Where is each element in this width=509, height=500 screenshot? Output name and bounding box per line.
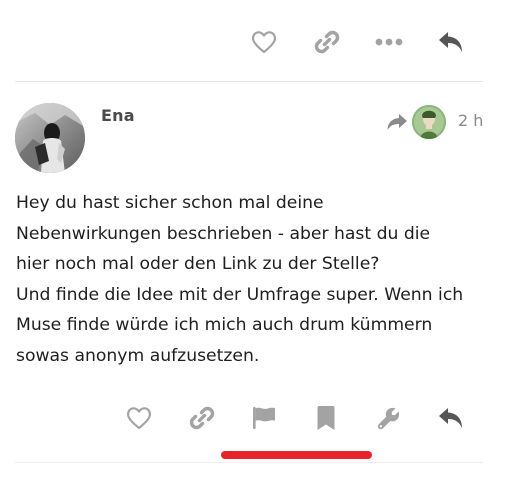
reply-button[interactable] (433, 400, 469, 436)
post-timestamp[interactable]: 2 h (458, 111, 483, 130)
wrench-icon (377, 407, 400, 430)
flag-icon (253, 407, 275, 429)
reply-to-indicator[interactable] (386, 104, 450, 140)
user-avatar-image (15, 103, 85, 173)
like-button[interactable] (246, 24, 282, 60)
post-divider (15, 81, 483, 82)
topic-page: Ena 2 h Hey du hast sicher schon mal dei… (0, 0, 509, 500)
share-arrow-icon (387, 114, 407, 130)
link-icon (189, 406, 215, 430)
post-divider-bottom (15, 462, 483, 463)
post-actions (120, 400, 480, 436)
heart-icon (126, 407, 152, 430)
previous-post-actions (240, 24, 480, 60)
copy-link-button[interactable] (309, 24, 345, 60)
post-text-line: Hey du hast sicher schon mal deine (16, 193, 324, 213)
post-text-line: Nebenwirkungen beschrieben - aber hast d… (16, 223, 431, 244)
bookmark-icon (317, 406, 335, 430)
post-text-line: hier noch mal oder den Link zu der Stell… (16, 254, 380, 274)
link-icon (314, 30, 340, 54)
reply-arrow-icon (439, 408, 462, 428)
reply-to-avatar[interactable] (412, 105, 446, 139)
post-username[interactable]: Ena (101, 106, 135, 125)
admin-wrench-button[interactable] (371, 400, 407, 436)
ellipsis-icon (375, 38, 403, 46)
avatar[interactable] (15, 103, 85, 173)
more-actions-button[interactable] (371, 24, 407, 60)
post-text-line: sowas anonym aufzusetzen. (16, 345, 260, 366)
post-body: Hey du hast sicher schon mal deine Neben… (16, 188, 494, 371)
bookmark-button[interactable] (308, 400, 344, 436)
copy-link-button[interactable] (184, 400, 220, 436)
post-text-line: Und finde die Idee mit der Umfrage super… (16, 284, 464, 305)
flag-button[interactable] (246, 400, 282, 436)
red-highlight-underline (221, 451, 372, 459)
like-button[interactable] (121, 400, 157, 436)
reply-to-avatar-image (412, 105, 446, 139)
heart-icon (251, 31, 277, 54)
reply-button[interactable] (433, 24, 469, 60)
post-text-line: Muse finde würde ich mich auch drum kümm… (16, 315, 433, 335)
reply-arrow-icon (439, 32, 462, 52)
